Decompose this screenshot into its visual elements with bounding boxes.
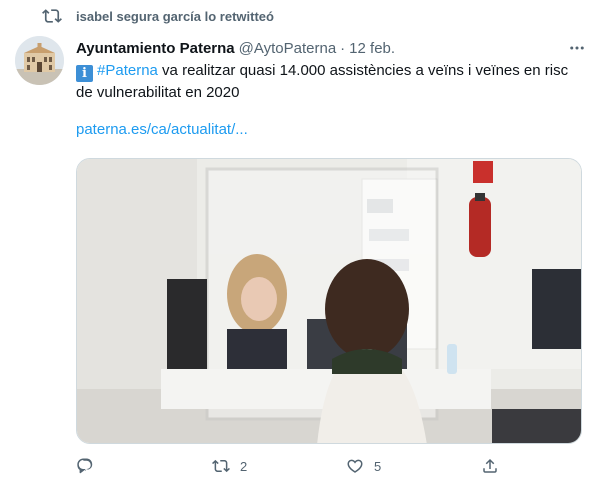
retweet-icon <box>212 459 230 473</box>
avatar[interactable] <box>15 36 64 85</box>
reply-button[interactable] <box>76 455 104 477</box>
tweet-action-bar: 2 5 <box>76 455 516 477</box>
retweet-indicator: isabel segura garcía lo retwitteó <box>42 6 274 26</box>
author-name[interactable]: Ayuntamiento Paterna <box>76 40 235 57</box>
tweet-text: i #Paterna va realitzar quasi 14.000 assi… <box>76 60 584 103</box>
retweeted-by-text[interactable]: isabel segura garcía lo retwitteó <box>76 9 274 24</box>
more-options-button[interactable] <box>567 38 587 58</box>
retweet-count: 2 <box>240 458 248 474</box>
town-hall-avatar-image <box>15 36 64 85</box>
like-button[interactable]: 5 <box>346 455 381 477</box>
info-icon: i <box>76 65 93 82</box>
like-count: 5 <box>374 458 382 474</box>
office-counter-photo <box>77 159 581 443</box>
hashtag-link[interactable]: #Paterna <box>97 62 158 79</box>
retweet-icon <box>42 9 62 23</box>
retweet-button[interactable]: 2 <box>212 455 247 477</box>
tweet-date[interactable]: 12 feb. <box>349 40 395 57</box>
article-link[interactable]: paterna.es/ca/actualitat/... <box>76 121 248 138</box>
tweet-header: Ayuntamiento Paterna @AytoPaterna · 12 f… <box>76 38 586 58</box>
share-button[interactable] <box>481 455 509 477</box>
author-handle[interactable]: @AytoPaterna <box>239 40 337 57</box>
reply-icon <box>77 458 93 474</box>
tweet-photo[interactable] <box>76 158 582 444</box>
share-icon <box>483 458 497 473</box>
more-icon <box>570 46 584 50</box>
separator-dot: · <box>340 39 346 57</box>
heart-icon <box>347 459 363 473</box>
